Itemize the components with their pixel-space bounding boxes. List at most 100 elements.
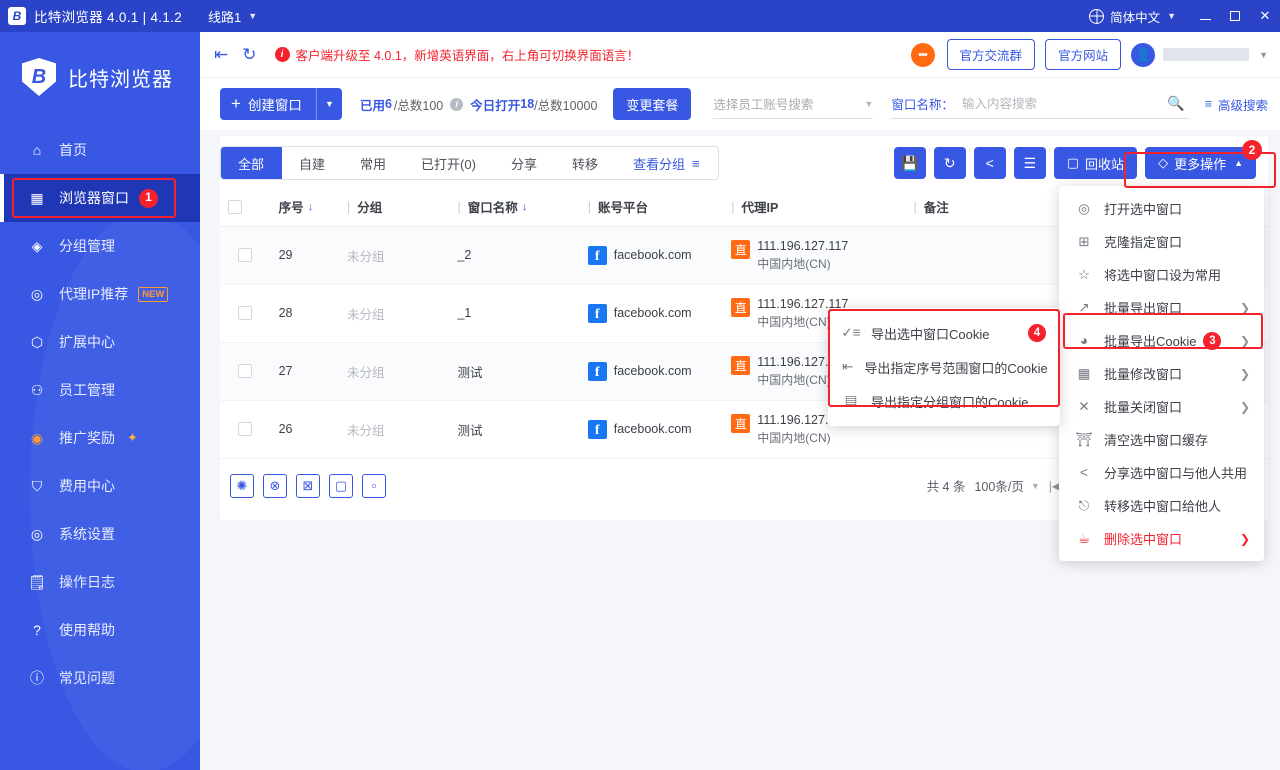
quota-used-label: 已用 [359,98,385,113]
row-platform: facebook.com [613,306,692,320]
recycle-bin-button[interactable]: ▢ 回收站 [1053,147,1138,179]
username-masked [1163,48,1250,61]
sidebar-item-help[interactable]: ? 使用帮助 [0,606,200,654]
staff-account-select[interactable]: 选择员工账号搜索 ▼ [713,89,874,119]
recycle-bin-label: 回收站 [1085,156,1125,172]
refresh-icon[interactable]: ↻ [242,45,256,65]
menu-item-clear-cache[interactable]: ⛩ 清空选中窗口缓存 [1059,423,1264,456]
language-selector[interactable]: 简体中文 ▼ [1089,7,1176,26]
minimize-button[interactable] [1190,0,1220,32]
menu-item-delete-window[interactable]: ☕ 删除选中窗口 ❯ [1059,522,1264,555]
row-seq: 29 [268,226,338,285]
more-actions-button[interactable]: ◇ 更多操作 ▲ [1145,147,1256,179]
avatar-icon[interactable]: 👤 [1131,42,1156,67]
submenu-item-export-group-cookie[interactable]: ▤ 导出指定分组窗口的Cookie [828,384,1060,418]
column-remark[interactable]: 备注 [903,188,1059,227]
search-icon[interactable]: 🔍 [1167,95,1184,112]
today-open-value: 18 [520,97,535,111]
maximize-button[interactable] [1220,0,1250,32]
sidebar-item-browser-windows[interactable]: ▦ 浏览器窗口 1 [0,174,200,222]
tab-transferred[interactable]: 转移 [555,147,616,179]
official-website-button[interactable]: 官方网站 [1045,39,1122,70]
select-all-checkbox[interactable] [228,199,242,214]
range-icon: ⇤ [842,359,854,374]
chevron-down-icon[interactable]: ▼ [1259,50,1268,60]
column-seq[interactable]: 序号 ↓ [268,188,338,227]
sidebar-item-promotion-reward[interactable]: ◉ 推广奖励 ✦ [0,414,200,462]
sidebar-item-billing-center[interactable]: ⛉ 费用中心 [0,462,200,510]
create-window-button[interactable]: + 创建窗口 [220,88,316,120]
collapse-icon[interactable]: ⇤ [214,45,228,65]
sort-arrow-icon: ↓ [307,200,314,213]
export-excel-button[interactable]: ⊠ [296,473,320,498]
menu-item-batch-export-cookie[interactable]: ◕ 批量导出Cookie 3 ❯ [1059,324,1264,357]
sidebar-item-proxy-ip[interactable]: ◎ 代理IP推荐 NEW [0,270,200,318]
menu-item-transfer-window[interactable]: ⎋ 转移选中窗口给他人 [1059,489,1264,522]
submenu-item-export-range-cookie[interactable]: ⇤ 导出指定序号范围窗口的Cookie [828,350,1060,384]
sidebar-item-faq[interactable]: ⓘ 常见问题 [0,654,200,702]
trash-icon: ☕ [1077,530,1091,546]
row-checkbox[interactable] [238,248,252,262]
tab-self-created[interactable]: 自建 [282,147,343,179]
caret-up-icon: ▲ [1234,158,1243,168]
share-icon: < [1080,465,1088,480]
sidebar-item-operation-log[interactable]: 🗒 操作日志 [0,558,200,606]
facebook-icon: f [587,361,607,381]
tab-frequent[interactable]: 常用 [343,147,404,179]
sidebar-item-staff-management[interactable]: ⚇ 员工管理 [0,366,200,414]
chevron-down-icon[interactable]: ▼ [248,11,257,21]
tab-shared[interactable]: 分享 [494,147,555,179]
row-checkbox[interactable] [238,306,252,320]
route-selector-label[interactable]: 线路1 [208,7,241,26]
cube-icon: ⬡ [30,333,44,350]
advanced-search-button[interactable]: ≡ 高级搜索 [1205,95,1268,114]
clear-cache-button[interactable]: ▢ [329,473,353,498]
page-size-select[interactable]: 100条/页 ▼ [974,476,1039,495]
row-platform: facebook.com [613,422,692,436]
menu-item-batch-modify-window[interactable]: ▦ 批量修改窗口 ❯ [1059,357,1264,390]
close-all-button[interactable]: ⊗ [263,473,287,498]
open-all-button[interactable]: ✺ [230,473,254,498]
delete-button[interactable]: ▫ [362,473,386,498]
facebook-icon: f [587,419,607,439]
sidebar-item-system-settings[interactable]: ◎ 系统设置 [0,510,200,558]
row-checkbox[interactable] [238,364,252,378]
change-plan-button[interactable]: 变更套餐 [613,88,692,120]
column-platform[interactable]: 账号平台 [577,188,722,227]
content-header: ⇤ ↻ i 客户端升级至 4.0.1，新增英语界面，右上角可切换界面语言！ ••… [200,32,1280,78]
close-button[interactable]: ✕ [1250,0,1280,32]
info-icon: ⓘ [30,670,44,686]
row-checkbox[interactable] [238,422,252,436]
tab-opened[interactable]: 已打开(0) [404,147,494,179]
menu-item-batch-close-window[interactable]: ✕ 批量关闭窗口 ❯ [1059,390,1264,423]
row-select-cell [220,400,269,459]
tab-view-groups[interactable]: 查看分组 ≡ [616,147,718,179]
submenu-item-export-selected-cookie[interactable]: ✓≡ 导出选中窗口Cookie 4 [828,316,1060,350]
menu-item-batch-export-window[interactable]: ↗ 批量导出窗口 ❯ [1059,291,1264,324]
sidebar-item-home[interactable]: ⌂ 首页 [0,126,200,174]
column-proxy-ip[interactable]: 代理IP [721,188,904,227]
column-group[interactable]: 分组 [337,188,448,227]
language-label: 简体中文 [1110,10,1161,25]
help-icon: ? [33,622,41,638]
facebook-icon: f [587,303,607,323]
sidebar-item-extension-center[interactable]: ⬡ 扩展中心 [0,318,200,366]
save-window-button[interactable]: 💾 [893,147,926,179]
menu-item-share-window[interactable]: < 分享选中窗口与他人共用 [1059,456,1264,489]
official-group-button[interactable]: 官方交流群 [946,39,1036,70]
sidebar-item-group-management[interactable]: ◈ 分组管理 [0,222,200,270]
create-window-dropdown-button[interactable]: ▼ [315,88,342,120]
cookie-export-submenu: ✓≡ 导出选中窗口Cookie 4 ⇤ 导出指定序号范围窗口的Cookie ▤ … [828,308,1060,426]
menu-item-set-frequent[interactable]: ☆ 将选中窗口设为常用 [1059,258,1264,291]
search-input[interactable] [961,96,1168,111]
refresh-button[interactable]: ↻ [933,147,966,179]
list-view-button[interactable]: ☰ [1013,147,1046,179]
share-button[interactable]: < [973,147,1006,179]
tab-all[interactable]: 全部 [221,147,283,179]
menu-item-open-selected[interactable]: ◎ 打开选中窗口 [1059,192,1264,225]
info-icon[interactable]: i [450,97,464,111]
menu-item-clone-window[interactable]: ⊞ 克隆指定窗口 [1059,225,1264,258]
headset-chat-icon[interactable]: ••• [910,42,935,67]
column-window-name[interactable]: 窗口名称 ↓ [447,188,578,227]
sidebar-item-label: 使用帮助 [59,622,115,638]
